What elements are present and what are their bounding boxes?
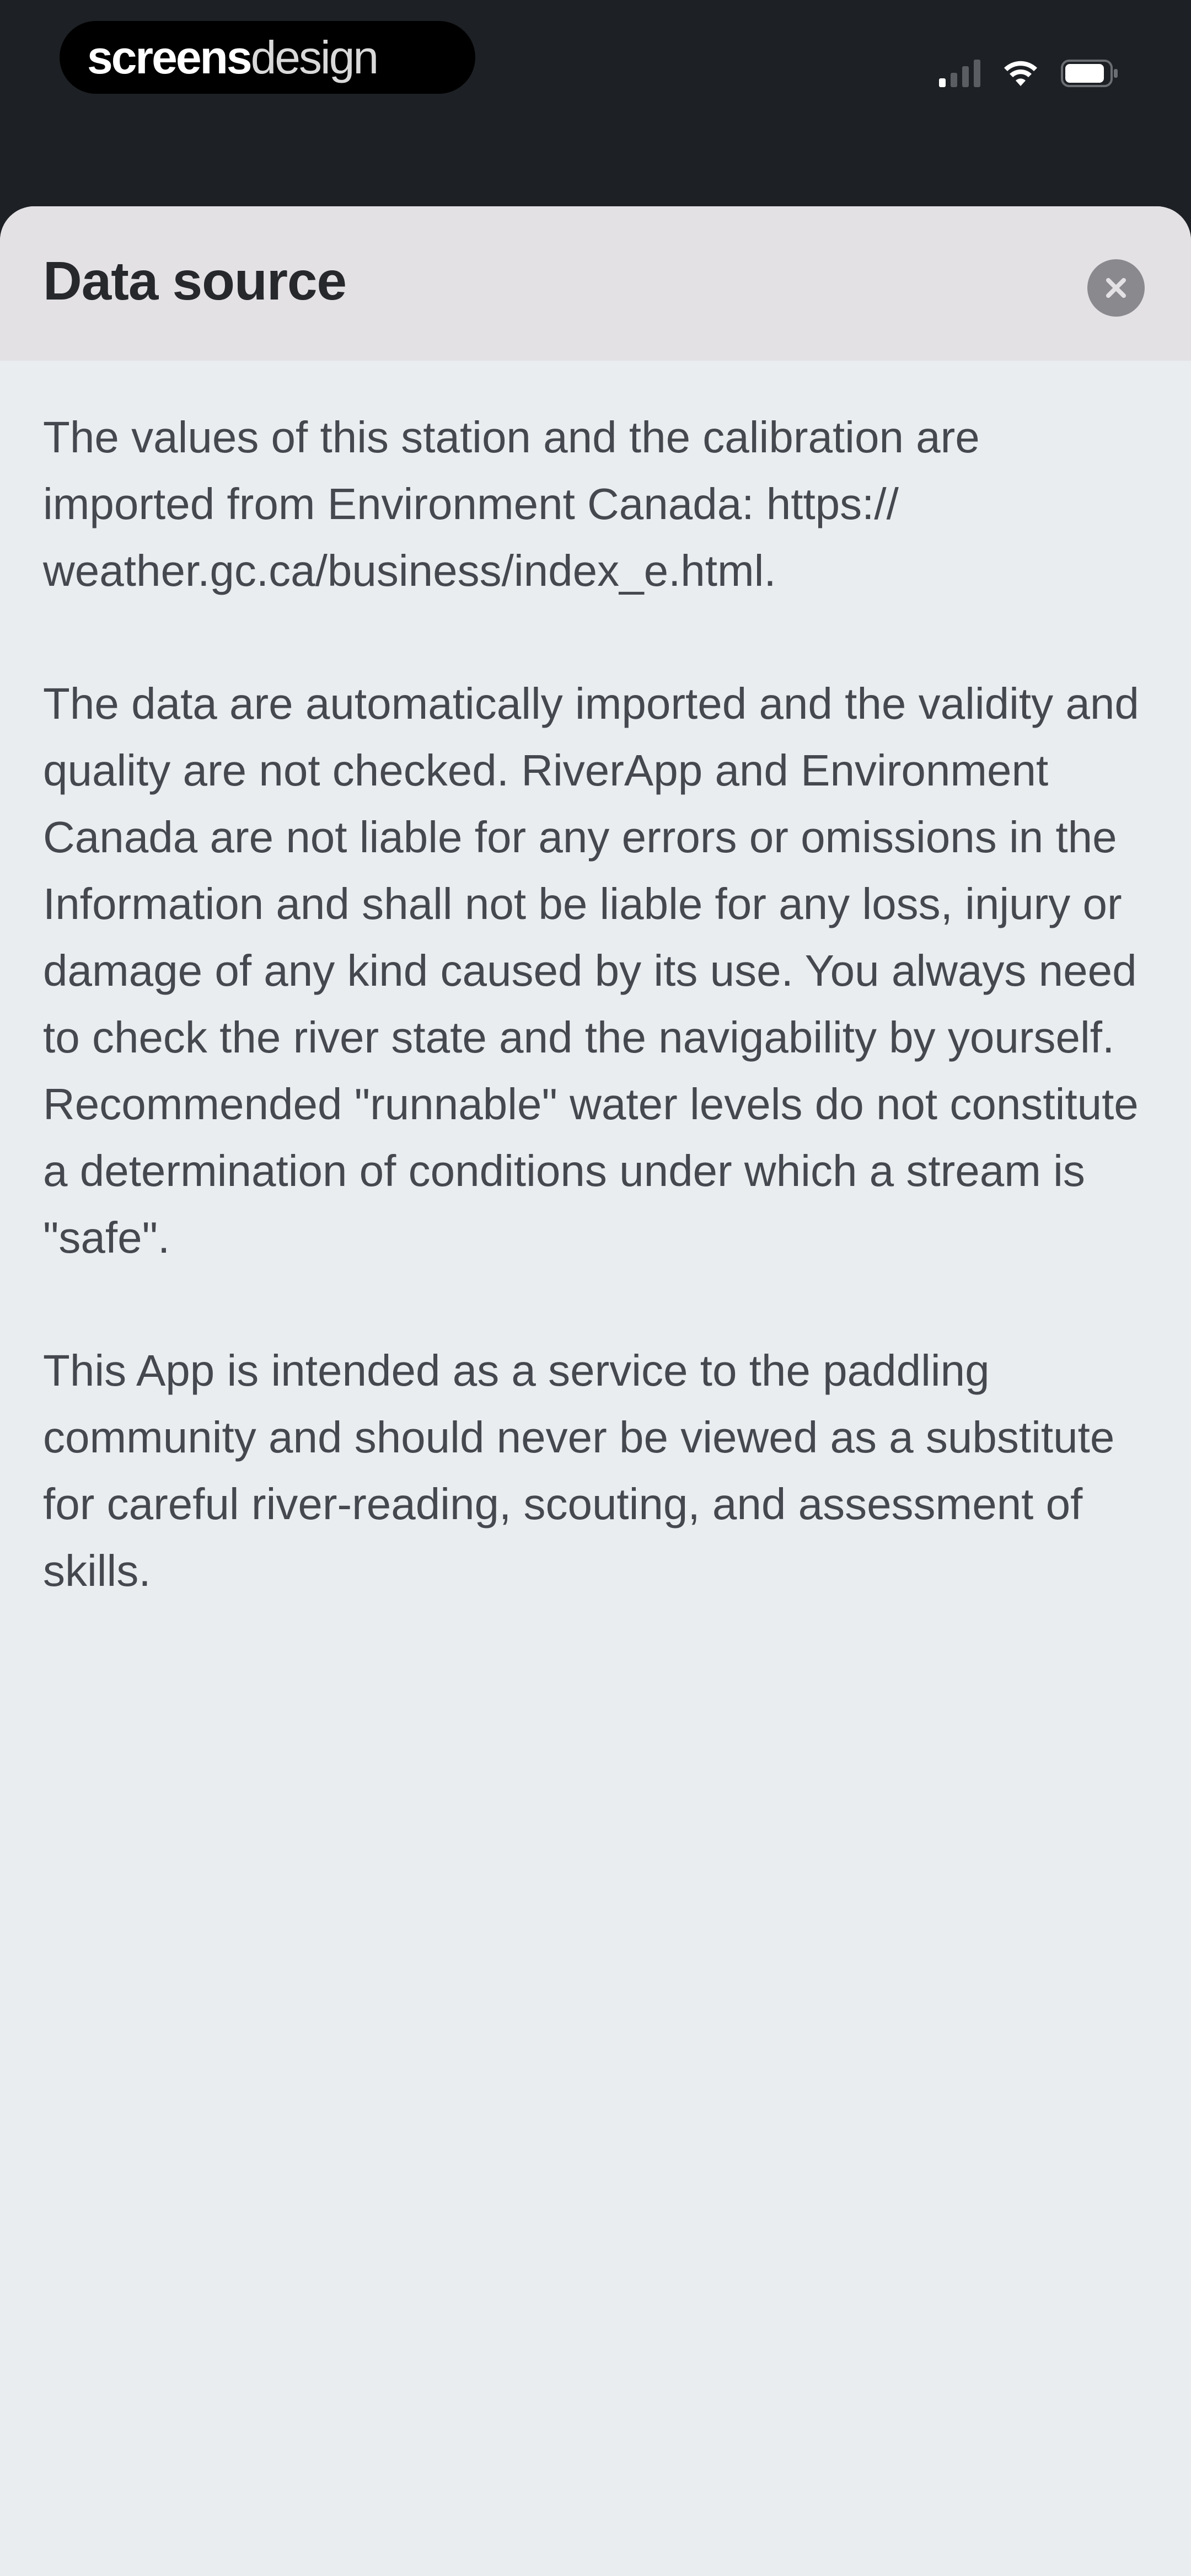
sheet-body: The values of this station and the calib… bbox=[43, 404, 1157, 1670]
status-icons bbox=[939, 49, 1118, 87]
close-icon bbox=[1103, 275, 1129, 301]
data-source-sheet: Data source The values of this station a… bbox=[0, 206, 1191, 2576]
watermark-bold: screens bbox=[87, 31, 253, 83]
paragraph-source: The values of this station and the calib… bbox=[43, 413, 980, 595]
paragraph-intent: This App is intended as a service to the… bbox=[43, 1346, 1115, 1595]
close-button[interactable] bbox=[1087, 259, 1145, 317]
battery-icon bbox=[1061, 60, 1118, 87]
watermark-text: screensdesign bbox=[87, 31, 379, 83]
sheet-header: Data source bbox=[0, 206, 1191, 361]
paragraph-disclaimer: The data are automatically imported and … bbox=[43, 679, 1139, 1262]
screensdesign-watermark: screensdesign bbox=[60, 21, 475, 94]
wifi-icon bbox=[1004, 61, 1038, 87]
sheet-title: Data source bbox=[43, 250, 347, 311]
status-bar: screensdesign bbox=[0, 0, 1191, 110]
watermark-light: design bbox=[250, 31, 379, 83]
cellular-signal-icon bbox=[939, 60, 980, 87]
